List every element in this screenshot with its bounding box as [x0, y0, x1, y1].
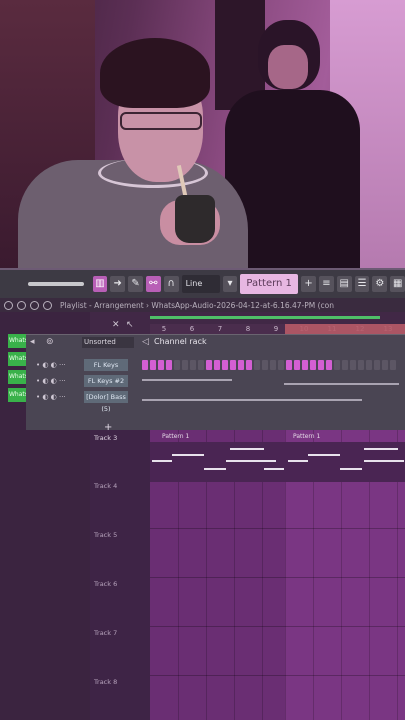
pattern-selector[interactable]: Pattern 1	[240, 274, 299, 294]
track-header-column: Track 3 Track 4 Track 5 Track 6 Track 7 …	[90, 430, 150, 720]
timeline-bar-label: 5	[161, 325, 167, 333]
note-preview	[204, 468, 226, 470]
channel-rack-title: Channel rack	[154, 337, 207, 346]
piano-roll-preview	[142, 399, 362, 401]
track-label[interactable]: Track 7	[94, 629, 117, 637]
note-preview	[226, 460, 276, 462]
daw-window: ▥ ➜ ✎ ⚯ ∩ Line ▾ Pattern 1 + ≡ ▤ ☰ ⚙ ▦ P…	[0, 268, 405, 720]
arrangement-grid[interactable]: Pattern 1 Pattern 1	[150, 430, 405, 720]
channel-filter-dropdown[interactable]: Unsorted	[82, 337, 134, 348]
track-label[interactable]: Track 6	[94, 580, 117, 588]
pattern-clip[interactable]	[150, 442, 285, 482]
close-icon[interactable]: ✕	[112, 320, 120, 330]
note-preview	[364, 460, 404, 462]
note-preview	[364, 448, 398, 450]
cup	[175, 195, 215, 243]
browser-sample-item[interactable]: Whats	[8, 352, 26, 366]
note-preview	[230, 448, 264, 450]
glasses	[120, 112, 202, 130]
master-volume-slider[interactable]	[28, 282, 84, 286]
timeline-bar-label: 8	[245, 325, 251, 333]
channel-rack: ◂ ⊚ Unsorted ◁ Channel rack • ◐ ◐ ··· FL…	[26, 334, 405, 430]
main-toolbar: ▥ ➜ ✎ ⚯ ∩ Line ▾ Pattern 1 + ≡ ▤ ☰ ⚙ ▦	[0, 268, 405, 298]
snap-dropdown[interactable]: Line	[181, 275, 220, 293]
add-pattern-icon[interactable]: +	[301, 276, 317, 292]
channel-controls[interactable]: • ◐ ◐ ···	[36, 393, 80, 403]
piano-roll-preview	[142, 379, 232, 381]
person-foreground-hair	[100, 38, 210, 108]
channel-name-button[interactable]: FL Keys #2	[84, 375, 128, 387]
track-label[interactable]: Track 4	[94, 482, 117, 490]
channel-controls[interactable]: • ◐ ◐ ···	[36, 361, 80, 371]
cursor-icon[interactable]: ↖	[126, 320, 134, 330]
playlist-area: Track 3 Track 4 Track 5 Track 6 Track 7 …	[90, 430, 405, 720]
piano-roll-preview	[284, 383, 399, 385]
magnet-icon[interactable]: ∩	[163, 276, 179, 292]
channel-row: • ◐ ◐ ··· FL Keys #2	[26, 375, 405, 389]
plugin-icon[interactable]: ⚙	[372, 276, 388, 292]
snap-icon[interactable]	[30, 300, 39, 310]
browser-sample-item[interactable]: Whats	[8, 370, 26, 384]
webcam-feed	[0, 0, 405, 270]
browser-sample-item[interactable]: Whats	[8, 388, 26, 402]
loop-range-bar	[150, 316, 380, 319]
arrow-icon[interactable]: ➜	[110, 276, 126, 292]
step-sequencer[interactable]	[142, 360, 396, 370]
record-icon[interactable]	[43, 300, 52, 310]
person-background-face	[268, 45, 308, 89]
mixer-icon[interactable]: ≡	[319, 276, 334, 292]
timeline-bar-label: 7	[217, 325, 223, 333]
playback-region	[285, 324, 405, 334]
settings-icon[interactable]: ⊚	[46, 337, 54, 347]
menu-icon[interactable]	[17, 300, 26, 310]
dropdown-arrow-icon[interactable]: ▾	[222, 276, 238, 292]
channel-rack-icon[interactable]: ☰	[354, 276, 370, 292]
timeline-bar-label: 6	[189, 325, 195, 333]
channel-row: • ◐ ◐ ··· FL Keys	[26, 359, 405, 373]
track-label[interactable]: Track 5	[94, 531, 117, 539]
playlist-icon[interactable]: ▥	[92, 276, 108, 292]
arrow-icon[interactable]: ◂	[30, 337, 35, 347]
channel-controls[interactable]: • ◐ ◐ ···	[36, 377, 80, 387]
speaker-icon: ◁	[142, 337, 149, 347]
playlist-titlebar: Playlist - Arrangement › WhatsApp-Audio-…	[0, 298, 405, 312]
note-preview	[152, 460, 172, 462]
pattern-clip-label: Pattern 1	[162, 433, 190, 440]
channel-row: • ◐ ◐ ··· [Dolor] Bass (5)	[26, 391, 405, 413]
track-label[interactable]: Track 3	[94, 434, 117, 442]
track-label[interactable]: Track 8	[94, 678, 117, 686]
note-preview	[340, 468, 362, 470]
note-preview	[172, 454, 204, 456]
link-icon[interactable]: ⚯	[145, 276, 161, 292]
pattern-clip-label: Pattern 1	[293, 433, 321, 440]
browser-icon[interactable]: ▦	[390, 276, 405, 292]
note-preview	[308, 454, 340, 456]
note-preview	[264, 468, 284, 470]
arrow-icon[interactable]	[4, 300, 13, 310]
pencil-icon[interactable]: ✎	[128, 276, 143, 292]
channel-name-button[interactable]: FL Keys	[84, 359, 128, 371]
piano-roll-icon[interactable]: ▤	[336, 276, 352, 292]
note-preview	[288, 460, 308, 462]
window-title: Playlist - Arrangement › WhatsApp-Audio-…	[60, 300, 335, 310]
channel-name-button[interactable]: [Dolor] Bass (5)	[84, 391, 128, 413]
browser-sample-item[interactable]: Whats	[8, 334, 26, 348]
